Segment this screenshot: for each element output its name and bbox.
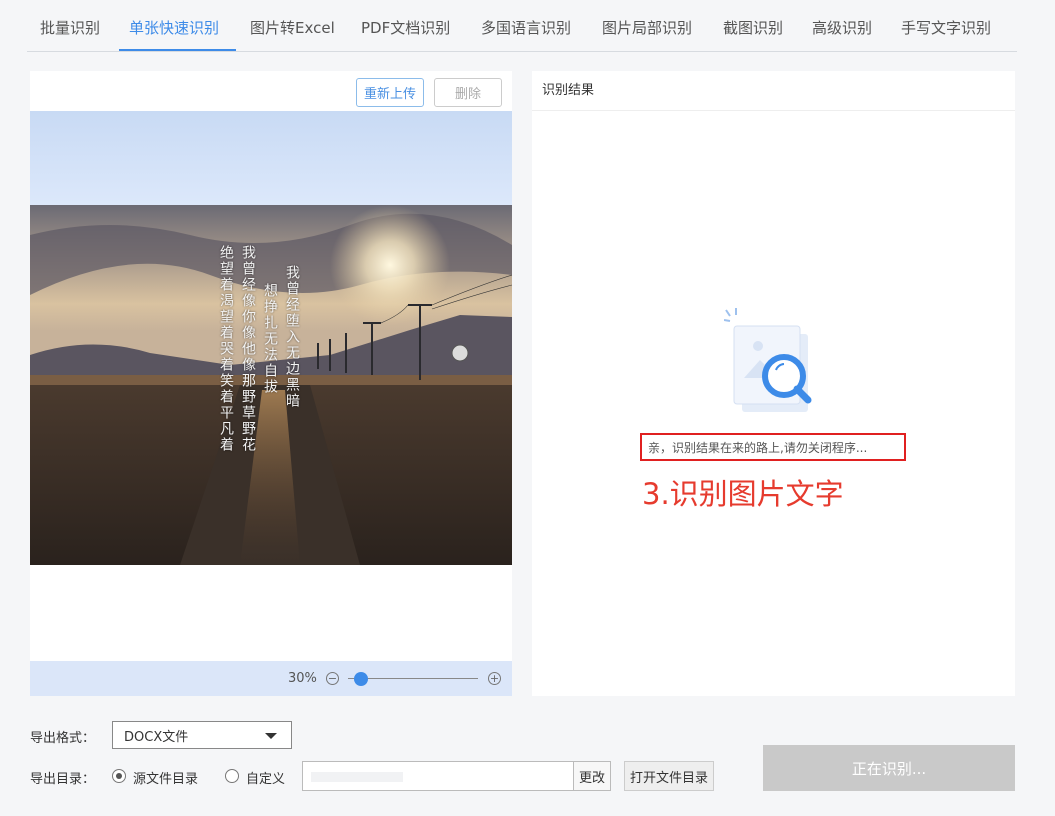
active-tab-underline <box>119 49 236 51</box>
tab-pdf[interactable]: PDF文档识别 <box>361 17 450 38</box>
poem-line: 我曾经像你像他像那野草野花 <box>240 245 256 453</box>
tab-batch[interactable]: 批量识别 <box>40 17 100 38</box>
zoom-out-icon[interactable]: − <box>326 672 339 685</box>
tab-bar: 批量识别 单张快速识别 图片转Excel PDF文档识别 多国语言识别 图片局部… <box>27 0 1017 52</box>
option-source-dir-label[interactable]: 源文件目录 <box>133 768 198 787</box>
export-dir-label: 导出目录： <box>30 772 96 787</box>
magnifier-document-icon <box>723 308 824 420</box>
uploaded-photo: 我曾经堕入无边黑暗 想挣扎无法自拔 我曾经像你像他像那野草野花 绝望着渴望着哭着… <box>30 205 512 565</box>
poem-line: 想挣扎无法自拔 <box>262 283 278 395</box>
result-header: 识别结果 <box>532 71 1015 111</box>
tab-advanced[interactable]: 高级识别 <box>812 17 872 38</box>
tab-screenshot[interactable]: 截图识别 <box>723 17 783 38</box>
radio-source-dir[interactable] <box>112 769 126 783</box>
poem-text-overlay: 我曾经堕入无边黑暗 想挣扎无法自拔 我曾经像你像他像那野草野花 绝望着渴望着哭着… <box>218 245 300 453</box>
export-format-select[interactable]: DOCX文件 <box>112 721 292 749</box>
tab-image-to-excel[interactable]: 图片转Excel <box>250 17 335 38</box>
poem-line: 我曾经堕入无边黑暗 <box>284 265 300 409</box>
blurred-path <box>311 772 403 782</box>
zoom-slider-thumb[interactable] <box>354 672 368 686</box>
result-panel: 识别结果 亲，识别结果在来的路上,请勿关闭程序... 3.识别图片文字 <box>532 71 1015 696</box>
zoom-bar: 30% − + <box>30 661 512 696</box>
zoom-in-icon[interactable]: + <box>488 672 501 685</box>
recognize-button[interactable]: 正在识别... <box>763 745 1015 791</box>
reupload-button[interactable]: 重新上传 <box>356 78 424 107</box>
custom-dir-input[interactable] <box>302 761 574 791</box>
tab-single-quick[interactable]: 单张快速识别 <box>129 17 219 38</box>
image-preview: 我曾经堕入无边黑暗 想挣扎无法自拔 我曾经像你像他像那野草野花 绝望着渴望着哭着… <box>30 111 512 565</box>
tab-multilang[interactable]: 多国语言识别 <box>481 17 571 38</box>
zoom-percentage: 30% <box>288 671 317 686</box>
option-custom-dir-label[interactable]: 自定义 <box>246 768 285 787</box>
image-preview-panel: 重新上传 删除 我曾经堕入无边黑暗 想挣扎无法自拔 我曾经像你像他像那野草野花 … <box>30 71 512 696</box>
tab-handwriting[interactable]: 手写文字识别 <box>901 17 991 38</box>
image-background <box>30 111 512 205</box>
radio-custom-dir[interactable] <box>225 769 239 783</box>
step-annotation: 3.识别图片文字 <box>642 477 844 511</box>
open-dir-button[interactable]: 打开文件目录 <box>624 761 714 791</box>
delete-button[interactable]: 删除 <box>434 78 502 107</box>
export-format-value: DOCX文件 <box>124 729 189 745</box>
poem-line: 绝望着渴望着哭着笑着平凡着 <box>218 245 234 453</box>
tab-partial[interactable]: 图片局部识别 <box>602 17 692 38</box>
change-dir-button[interactable]: 更改 <box>573 761 611 791</box>
export-format-label: 导出格式： <box>30 731 96 746</box>
chevron-down-icon <box>265 733 277 739</box>
waiting-status-text: 亲，识别结果在来的路上,请勿关闭程序... <box>640 433 906 461</box>
